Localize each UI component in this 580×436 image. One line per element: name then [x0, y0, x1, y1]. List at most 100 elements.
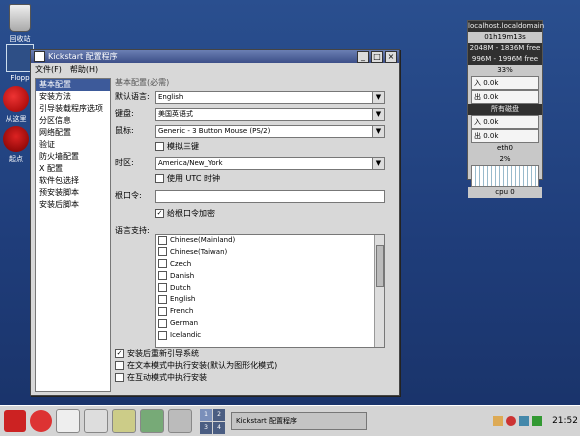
mouse-combo[interactable]: Generic - 3 Button Mouse (PS/2) ▼ [155, 125, 385, 138]
task-button[interactable]: Kickstart 配置程序 [231, 412, 367, 430]
menubar: 文件(F) 帮助(H) [31, 63, 399, 75]
reboot-label: 安装后重新引导系统 [127, 349, 199, 358]
list-item[interactable]: German [156, 318, 384, 330]
update-icon[interactable] [532, 416, 542, 426]
section-post-script[interactable]: 安装后脚本 [36, 199, 110, 211]
list-scrollbar[interactable] [374, 235, 384, 347]
workspace-2[interactable]: 2 [213, 408, 225, 421]
monitor-disks: 所有磁盘 [468, 104, 542, 115]
browser-icon[interactable] [30, 410, 52, 432]
timezone-combo[interactable]: America/New_York ▼ [155, 157, 385, 170]
workspace-3[interactable]: 3 [200, 421, 212, 434]
clock[interactable]: 21:52 [552, 406, 578, 436]
section-bootloader[interactable]: 引导装载程序选项 [36, 103, 110, 115]
root-password-input[interactable] [155, 190, 385, 203]
monitor-mem: 2048M - 1836M free [468, 43, 542, 54]
text-mode-checkbox[interactable]: 在文本模式中执行安装(默认为图形化模式) [115, 360, 277, 372]
monitor-iface: eth0 [468, 143, 542, 154]
section-auth[interactable]: 验证 [36, 139, 110, 151]
trash-label: 回收站 [9, 35, 31, 43]
list-item[interactable]: Czech [156, 259, 384, 271]
taskbar: 1 2 3 4 Kickstart 配置程序 21:52 [0, 405, 580, 436]
window-content: 基本配置 安装方法 引导装载程序选项 分区信息 网络配置 验证 防火墙配置 X … [35, 78, 395, 392]
section-partition[interactable]: 分区信息 [36, 115, 110, 127]
section-install-method[interactable]: 安装方法 [36, 91, 110, 103]
encrypt-checkbox[interactable]: ✓ 给根口令加密 [155, 208, 215, 219]
trash-desktop-icon[interactable]: 回收站 [0, 4, 48, 44]
section-packages[interactable]: 软件包选择 [36, 175, 110, 187]
checkbox-box [158, 259, 167, 269]
text-mode-label: 在文本模式中执行安装(默认为图形化模式) [127, 361, 278, 370]
list-item[interactable]: Chinese(Taiwan) [156, 247, 384, 259]
monitor-cpu-label: cpu 0 [468, 187, 542, 198]
network-icon[interactable] [519, 416, 529, 426]
minimize-button[interactable]: _ [357, 50, 369, 63]
menu-file[interactable]: 文件(F) [35, 64, 62, 75]
notes-icon[interactable] [493, 416, 503, 426]
timezone-value: America/New_York [158, 159, 223, 167]
list-item[interactable]: Dutch [156, 283, 384, 295]
workspace-4[interactable]: 4 [213, 421, 225, 434]
window-menu-icon[interactable] [34, 51, 45, 62]
system-monitor: localhost.localdomain 01h19m13s 2048M - … [467, 20, 544, 198]
chevron-down-icon: ▼ [372, 109, 384, 120]
root-pw-label: 根口令: [115, 191, 142, 200]
list-item[interactable]: English [156, 294, 384, 306]
keyboard-combo[interactable]: 美国英语式 ▼ [155, 108, 385, 121]
section-network[interactable]: 网络配置 [36, 127, 110, 139]
section-list: 基本配置 安装方法 引导装载程序选项 分区信息 网络配置 验证 防火墙配置 X … [35, 78, 111, 392]
emulate-label: 模拟三键 [167, 142, 199, 151]
checkbox-box [115, 373, 124, 382]
emulate-checkbox[interactable]: 模拟三键 [155, 141, 199, 152]
checkbox-box: ✓ [115, 349, 124, 358]
desktop: 回收站 Flopp 从这里 起点 localhost.localdomain 0… [0, 0, 580, 405]
lang-label: Danish [170, 271, 195, 280]
workspace-pager: 1 2 3 4 [200, 408, 225, 434]
writer-icon[interactable] [84, 409, 108, 433]
checkbox-box [158, 330, 167, 340]
interactive-checkbox[interactable]: 在互动模式中执行安装 [115, 372, 277, 384]
keyboard-row: 键盘: 美国英语式 ▼ [115, 107, 395, 121]
disk-out-graph: 出 0.0k [471, 129, 539, 143]
window-title: Kickstart 配置程序 [48, 52, 118, 61]
utc-checkbox[interactable]: 使用 UTC 时钟 [155, 173, 220, 184]
lang-label: Icelandic [170, 331, 202, 340]
maximize-button[interactable]: □ [371, 50, 383, 63]
checkbox-box [158, 247, 167, 257]
menu-help[interactable]: 帮助(H) [70, 64, 98, 75]
calc-icon[interactable] [140, 409, 164, 433]
section-basic[interactable]: 基本配置 [36, 79, 110, 91]
close-button[interactable]: × [385, 50, 397, 63]
window-titlebar[interactable]: Kickstart 配置程序 _ □ × [31, 50, 399, 63]
list-item[interactable]: Danish [156, 271, 384, 283]
workspace-1[interactable]: 1 [200, 408, 212, 421]
monitor-cpu-pct: 2% [468, 154, 542, 165]
section-firewall[interactable]: 防火墙配置 [36, 151, 110, 163]
language-row: 默认语言: English ▼ [115, 90, 395, 104]
disk-in-graph: 入 0.0k [471, 115, 539, 129]
floppy-label: Flopp [10, 74, 30, 82]
list-item[interactable]: Chinese(Mainland) [156, 235, 384, 247]
reboot-checkbox[interactable]: ✓ 安装后重新引导系统 [115, 348, 277, 360]
checkbox-box [158, 294, 167, 304]
printer-icon[interactable] [168, 409, 192, 433]
cpu-graph [471, 165, 539, 187]
language-combo[interactable]: English ▼ [155, 91, 385, 104]
list-item[interactable]: French [156, 306, 384, 318]
checkbox-box [158, 306, 167, 316]
section-x-config[interactable]: X 配置 [36, 163, 110, 175]
mouse-value: Generic - 3 Button Mouse (PS/2) [158, 127, 271, 135]
checkbox-box: ✓ [155, 209, 164, 218]
alert-icon[interactable] [506, 416, 516, 426]
section-pre-script[interactable]: 预安装脚本 [36, 187, 110, 199]
impress-icon[interactable] [112, 409, 136, 433]
section-title: 基本配置(必需) [115, 78, 170, 87]
language-value: English [158, 93, 184, 101]
basic-config-panel: 基本配置(必需) 默认语言: English ▼ 键盘: 美国英语式 ▼ 鼠标:… [115, 78, 395, 390]
chevron-down-icon: ▼ [372, 158, 384, 169]
list-item[interactable]: Icelandic [156, 330, 384, 342]
scrollbar-thumb[interactable] [376, 245, 384, 287]
email-icon[interactable] [56, 409, 80, 433]
main-menu-icon[interactable] [4, 410, 26, 432]
language-support-list: Chinese(Mainland) Chinese(Taiwan) Czech … [155, 234, 385, 348]
